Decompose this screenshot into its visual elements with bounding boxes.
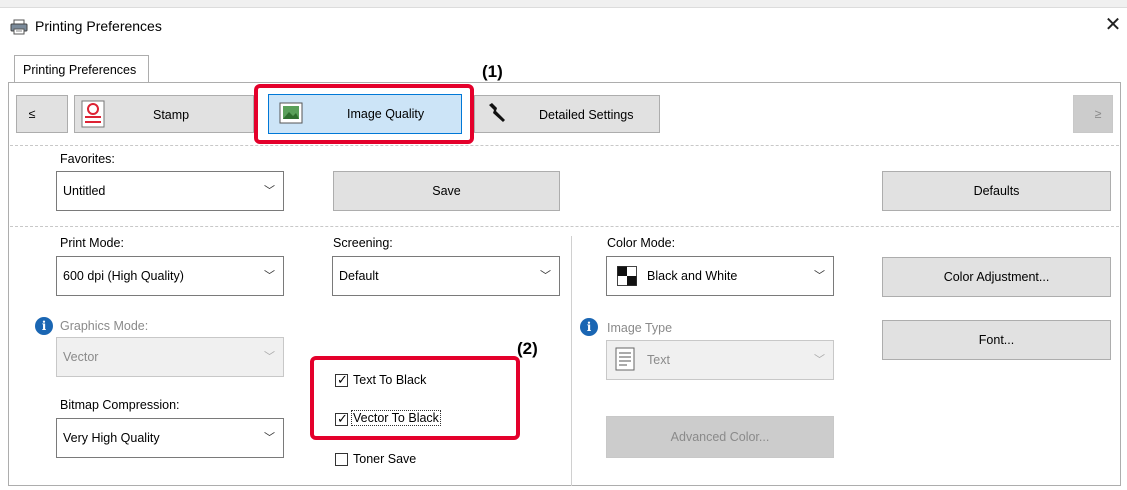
- tab-printing-preferences[interactable]: Printing Preferences: [14, 55, 149, 83]
- chevron-down-icon: ﹀: [540, 270, 551, 283]
- bitmap-compression-select[interactable]: Very High Quality ﹀: [56, 418, 284, 458]
- chevron-down-icon: ﹀: [814, 354, 825, 367]
- chevron-down-icon: ﹀: [264, 432, 275, 445]
- favorites-label: Favorites:: [60, 152, 115, 166]
- info-icon[interactable]: i: [35, 317, 53, 335]
- tab-stamp-label: Stamp: [153, 108, 190, 122]
- black-white-icon: [617, 266, 637, 286]
- font-button-label: Font...: [978, 333, 1015, 347]
- tabs-next-button[interactable]: ≥: [1073, 95, 1113, 133]
- color-mode-label: Color Mode:: [607, 236, 676, 250]
- save-button-label: Save: [432, 184, 461, 198]
- chevron-down-icon: ﹀: [264, 185, 275, 198]
- window-top-strip: [0, 0, 1127, 8]
- color-adjustment-label: Color Adjustment...: [943, 270, 1050, 284]
- tabbar-divider: [10, 145, 1119, 146]
- favorites-value: Untitled: [63, 184, 106, 198]
- window-title: Printing Preferences: [35, 18, 162, 34]
- chevron-down-icon: ﹀: [264, 270, 275, 283]
- wrench-icon: [485, 102, 507, 124]
- bitmap-compression-label: Bitmap Compression:: [60, 398, 180, 412]
- favorites-select[interactable]: Untitled ﹀: [56, 171, 284, 211]
- image-type-label: Image Type: [607, 321, 673, 335]
- graphics-mode-label: Graphics Mode:: [60, 319, 149, 333]
- screening-select[interactable]: Default ﹀: [332, 256, 560, 296]
- stamp-icon: [81, 100, 105, 128]
- tab-printing-preferences-label: Printing Preferences: [23, 63, 137, 77]
- bitmap-compression-value: Very High Quality: [63, 431, 160, 445]
- save-button[interactable]: Save: [333, 171, 560, 211]
- tab-stamp[interactable]: Stamp: [74, 95, 254, 133]
- font-button[interactable]: Font...: [882, 320, 1111, 360]
- advanced-color-button[interactable]: Advanced Color...: [606, 416, 834, 458]
- image-type-value: Text: [647, 353, 670, 367]
- close-icon[interactable]: ✕: [1101, 12, 1125, 37]
- printer-icon: [10, 19, 28, 35]
- text-document-icon: [615, 347, 635, 371]
- tab-detailed-settings[interactable]: Detailed Settings: [474, 95, 660, 133]
- advanced-color-label: Advanced Color...: [670, 430, 770, 444]
- callout-1: (1): [482, 62, 503, 81]
- screening-value: Default: [339, 269, 379, 283]
- color-adjustment-button[interactable]: Color Adjustment...: [882, 257, 1111, 297]
- toner-save-label[interactable]: Toner Save: [353, 452, 416, 466]
- print-mode-value: 600 dpi (High Quality): [63, 269, 184, 283]
- tab-detailed-settings-label: Detailed Settings: [539, 108, 634, 122]
- color-mode-select[interactable]: Black and White ﹀: [606, 256, 834, 296]
- title-bar: [0, 8, 1127, 48]
- defaults-button[interactable]: Defaults: [882, 171, 1111, 211]
- callout-2: (2): [517, 339, 538, 358]
- graphics-mode-value: Vector: [63, 350, 99, 364]
- column-separator: [571, 236, 572, 486]
- graphics-mode-select[interactable]: Vector ﹀: [56, 337, 284, 377]
- toner-save-checkbox[interactable]: [335, 453, 348, 466]
- info-icon[interactable]: i: [580, 318, 598, 336]
- favorites-divider: [10, 226, 1119, 227]
- tabs-next-label: ≥: [1094, 107, 1102, 121]
- tabs-prev-label: ≤: [28, 107, 36, 121]
- color-mode-value: Black and White: [647, 269, 738, 283]
- printing-preferences-window: Printing Preferences ✕ Printing Preferen…: [0, 0, 1127, 490]
- highlight-box-image-quality: [254, 84, 474, 144]
- print-mode-label: Print Mode:: [60, 236, 124, 250]
- image-type-select[interactable]: Text ﹀: [606, 340, 834, 380]
- highlight-box-black-options: [310, 356, 520, 440]
- print-mode-select[interactable]: 600 dpi (High Quality) ﹀: [56, 256, 284, 296]
- screening-label: Screening:: [333, 236, 393, 250]
- defaults-button-label: Defaults: [973, 184, 1020, 198]
- chevron-down-icon: ﹀: [264, 351, 275, 364]
- chevron-down-icon: ﹀: [814, 270, 825, 283]
- tabs-prev-button[interactable]: ≤: [16, 95, 68, 133]
